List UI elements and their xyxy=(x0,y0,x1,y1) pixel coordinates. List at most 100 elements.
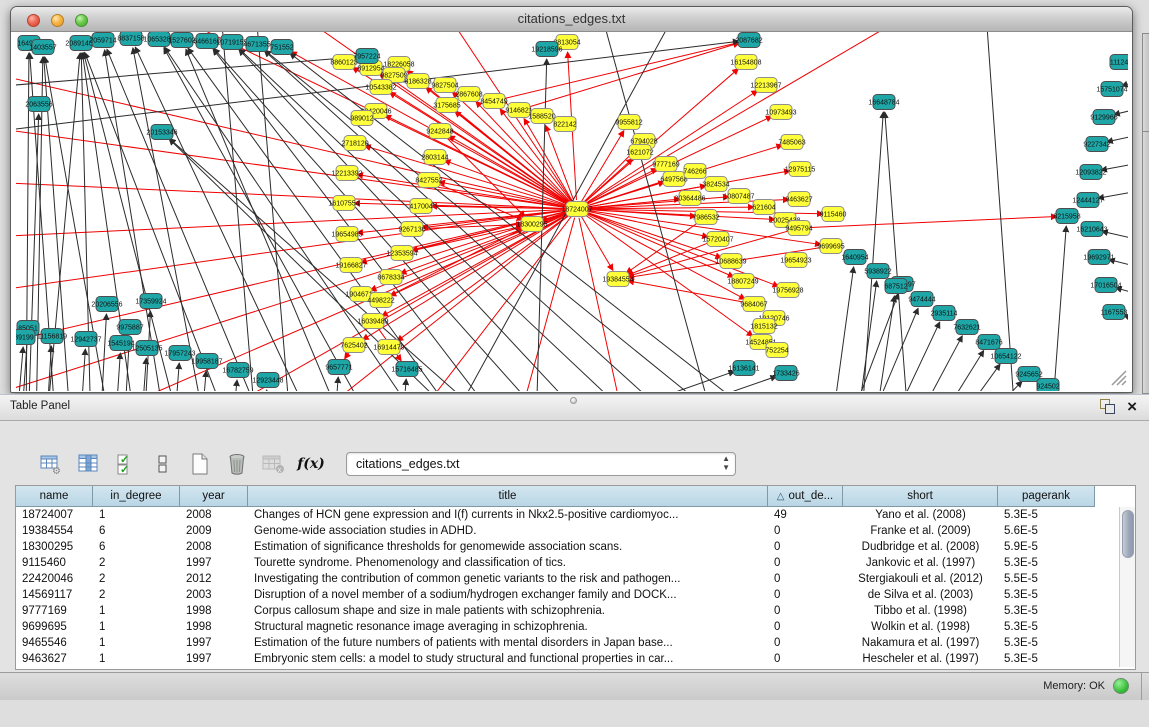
citation-edge-black[interactable] xyxy=(135,47,316,391)
graph-node[interactable]: 8471676 xyxy=(975,335,1002,350)
table-options-icon[interactable]: ⚙ xyxy=(40,452,64,476)
graph-node[interactable]: 16782759 xyxy=(222,363,253,378)
network-view-window[interactable]: citations_edges.txt 18724007886012389129… xyxy=(10,6,1133,393)
citation-edge-black[interactable] xyxy=(1114,102,1128,115)
citation-edge-black[interactable] xyxy=(262,390,267,391)
select-columns-icon[interactable] xyxy=(77,452,101,476)
graph-node[interactable]: 8427552 xyxy=(415,173,442,188)
citation-edge-black[interactable] xyxy=(16,57,357,87)
graph-node[interactable]: 19756928 xyxy=(772,283,803,298)
window-titlebar[interactable]: citations_edges.txt xyxy=(11,7,1132,32)
table-row[interactable]: 946362711997Embryonic stem cells: a mode… xyxy=(16,651,1135,667)
graph-node[interactable]: 822142 xyxy=(553,117,576,132)
graph-node[interactable]: 9129966 xyxy=(1090,110,1117,125)
graph-node[interactable]: 19692971 xyxy=(1083,250,1114,265)
graph-node[interactable]: 9955812 xyxy=(615,115,642,130)
graph-node[interactable]: 12505135 xyxy=(131,341,162,356)
graph-node[interactable]: 2087682 xyxy=(735,33,762,48)
graph-node[interactable]: 10807487 xyxy=(723,189,754,204)
citation-edge-black[interactable] xyxy=(334,377,338,391)
graph-node[interactable]: 39199 xyxy=(16,330,35,345)
graph-node[interactable]: 12213967 xyxy=(750,78,781,93)
graph-node[interactable]: 9684067 xyxy=(740,297,767,312)
graph-node[interactable]: 2063556 xyxy=(25,97,52,112)
graph-node[interactable]: 687512 xyxy=(884,279,907,294)
graph-node[interactable]: 2867608 xyxy=(455,87,482,102)
graph-node[interactable]: 10654122 xyxy=(990,349,1021,364)
graph-node[interactable]: 2935114 xyxy=(931,306,958,321)
graph-node[interactable]: 12093822 xyxy=(1075,165,1106,180)
graph-node[interactable]: 15751074 xyxy=(1096,82,1127,97)
citation-edge-black[interactable] xyxy=(616,376,777,391)
graph-node[interactable]: 752254 xyxy=(765,343,788,358)
graph-node[interactable]: 12213392 xyxy=(331,166,362,181)
network-canvas[interactable]: 1872400788601238912954182260589827509105… xyxy=(16,32,1128,391)
citation-edge-black[interactable] xyxy=(115,353,120,391)
citation-edge-black[interactable] xyxy=(561,371,735,391)
graph-node[interactable]: 7485063 xyxy=(778,135,805,150)
column-header-out_de[interactable]: △out_de... xyxy=(768,486,843,507)
citation-edge-black[interactable] xyxy=(201,371,206,391)
citation-edge-red[interactable] xyxy=(582,217,613,271)
graph-node[interactable]: 18724007 xyxy=(561,202,592,217)
graph-node[interactable]: 111248 xyxy=(1110,55,1128,70)
graph-node[interactable]: 10688639 xyxy=(715,254,746,269)
citation-edge-red[interactable] xyxy=(586,197,729,208)
table-row[interactable]: 977716911998Corpus callosum shape and si… xyxy=(16,603,1135,619)
graph-node[interactable]: 19958187 xyxy=(191,354,222,369)
node-table[interactable]: namein_degreeyeartitle△out_de...shortpag… xyxy=(15,485,1136,670)
graph-node[interactable]: 12923448 xyxy=(252,373,283,388)
graph-node[interactable]: 1588520 xyxy=(528,109,555,124)
graph-node[interactable]: 9115460 xyxy=(820,207,847,222)
graph-node[interactable]: 417004 xyxy=(409,199,432,214)
graph-node[interactable]: 7986532 xyxy=(692,210,719,225)
graph-node[interactable]: 3175685 xyxy=(433,98,460,113)
citation-edge-black[interactable] xyxy=(1109,259,1128,274)
graph-node[interactable]: 1621072 xyxy=(626,145,653,160)
citation-edge-black[interactable] xyxy=(846,293,898,391)
graph-node[interactable]: 10543382 xyxy=(365,80,396,95)
citation-edge-black[interactable] xyxy=(186,49,346,391)
graph-node[interactable]: 16107554 xyxy=(328,196,359,211)
create-column-icon[interactable] xyxy=(188,452,212,476)
graph-node[interactable]: 19166827 xyxy=(335,258,366,273)
citation-edge-black[interactable] xyxy=(1116,288,1128,302)
graph-node[interactable]: 2718120 xyxy=(341,136,368,151)
column-header-year[interactable]: year xyxy=(180,486,248,507)
graph-node[interactable]: 9495794 xyxy=(785,221,812,236)
graph-node[interactable]: 1640954 xyxy=(841,250,868,265)
table-row[interactable]: 911546021997Tourette syndrome. Phenomeno… xyxy=(16,555,1135,571)
graph-node[interactable]: 10973493 xyxy=(765,105,796,120)
column-header-in_degree[interactable]: in_degree xyxy=(93,486,180,507)
graph-node[interactable]: 18807249 xyxy=(727,274,758,289)
citation-edge-black[interactable] xyxy=(874,296,895,391)
table-row[interactable]: 1872400712008Changes of HCN gene express… xyxy=(16,507,1135,523)
graph-node[interactable]: 924502 xyxy=(1036,379,1059,392)
graph-node[interactable]: 11156819 xyxy=(37,329,67,344)
citation-edge-black[interactable] xyxy=(188,48,466,391)
function-builder-icon[interactable]: f(x) xyxy=(299,452,323,476)
citation-edge-black[interactable] xyxy=(885,112,909,391)
graph-node[interactable]: 5938922 xyxy=(864,264,891,279)
citation-edge-black[interactable] xyxy=(100,314,106,391)
graph-node[interactable]: 16039489 xyxy=(357,314,388,329)
graph-node[interactable]: 7625402 xyxy=(340,338,367,353)
graph-node[interactable]: 19654923 xyxy=(780,253,811,268)
close-panel-icon[interactable]: × xyxy=(1127,399,1137,414)
graph-node[interactable]: 1403557 xyxy=(29,40,56,55)
graph-node[interactable]: 9242848 xyxy=(426,124,453,139)
column-header-short[interactable]: short xyxy=(843,486,998,507)
graph-node[interactable]: 16648784 xyxy=(868,95,899,110)
splitter-handle[interactable] xyxy=(570,397,577,404)
citation-edge-black[interactable] xyxy=(933,350,984,391)
graph-node[interactable]: 7957224 xyxy=(353,49,380,64)
citation-edge-red[interactable] xyxy=(16,182,568,209)
citation-edge-black[interactable] xyxy=(1101,158,1128,170)
citation-edge-red[interactable] xyxy=(345,352,349,358)
citation-edge-black[interactable] xyxy=(80,349,85,391)
citation-edge-black[interactable] xyxy=(888,322,940,391)
graph-node[interactable]: 8837158 xyxy=(117,32,144,46)
graph-node[interactable]: 2059714 xyxy=(89,33,116,48)
citation-edge-red[interactable] xyxy=(16,209,568,237)
scrollbar-thumb[interactable] xyxy=(1122,510,1134,558)
